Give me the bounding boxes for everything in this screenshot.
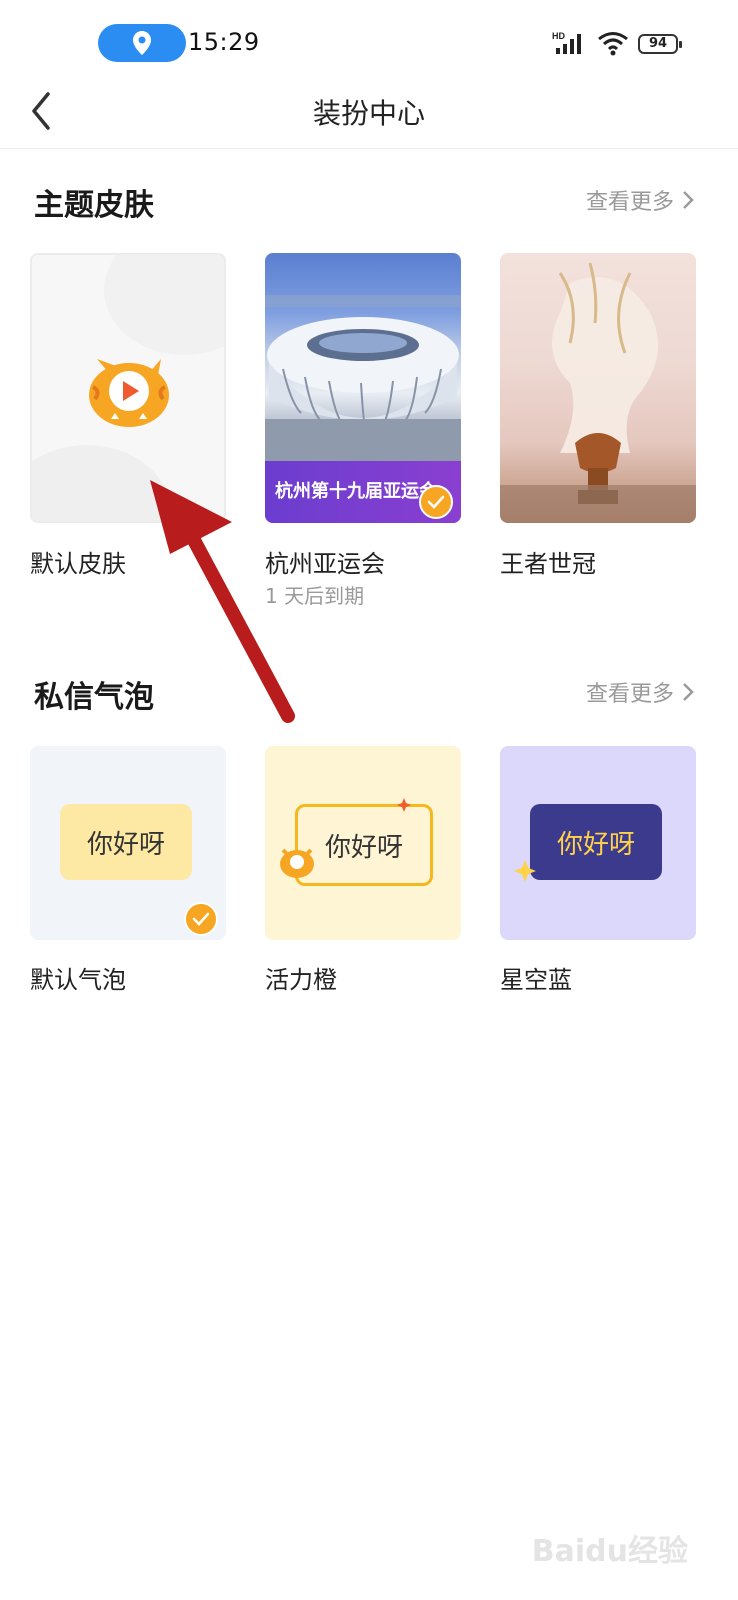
location-indicator[interactable] [98,24,186,62]
bubble-preview: 你好呀 [530,804,662,880]
bubble-label: 星空蓝 [500,966,572,994]
nav-bar: 装扮中心 [0,80,738,149]
battery-indicator: 94 [638,34,682,54]
selected-check-badge [419,485,453,519]
theme-label: 王者世冠 [500,550,596,578]
cellular-signal-icon: HD [552,31,581,54]
themes-see-more-link[interactable]: 查看更多 [586,184,694,216]
section-title-bubbles: 私信气泡 [34,680,154,715]
bubble-label: 默认气泡 [30,966,126,994]
stadium-image [265,295,461,463]
theme-label: 默认皮肤 [30,550,126,578]
location-pin-icon [133,31,151,55]
bubble-card-blue[interactable]: 你好呀 [500,746,696,940]
checkmark-icon [192,912,210,926]
chevron-right-icon [683,683,694,701]
decorative-blob [104,255,224,355]
sparkle-icon [514,860,536,882]
status-bar: 15:29 HD 94 [0,0,738,80]
checkmark-icon [427,495,445,509]
svg-text:HD: HD [552,31,565,41]
bubble-card-default[interactable]: 你好呀 [30,746,226,940]
bubble-label: 活力橙 [265,966,337,994]
bubble-preview: 你好呀 [60,804,192,880]
page-title: 装扮中心 [312,97,425,130]
wifi-icon [598,32,628,56]
theme-card-king[interactable] [500,253,696,523]
see-more-label: 查看更多 [585,190,674,215]
annotation-arrow [150,480,295,723]
bubble-card-orange[interactable]: 你好呀 [265,746,461,940]
status-time: 15:29 [188,28,260,56]
sparkle-icon [397,798,411,812]
watermark: Baidu经验 [531,1534,688,1569]
tiger-mascot-icon [280,848,314,878]
tiger-mascot-icon [89,359,169,427]
section-title-themes: 主题皮肤 [34,188,154,223]
dragon-trophy-image [500,262,696,523]
chevron-right-icon [683,191,694,209]
see-more-label: 查看更多 [585,682,674,707]
bubbles-see-more-link[interactable]: 查看更多 [586,676,694,708]
selected-check-badge [184,902,218,936]
